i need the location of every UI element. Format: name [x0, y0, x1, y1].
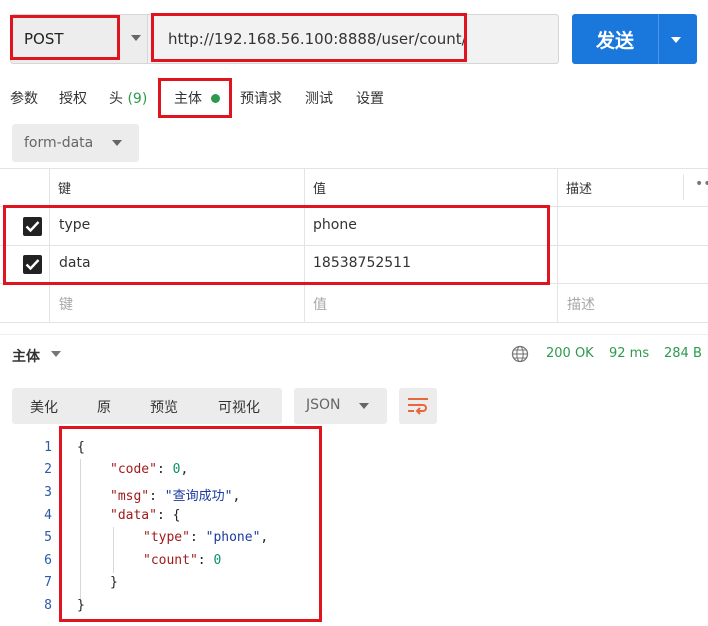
- indent-guide: [80, 459, 81, 599]
- line-number: 4: [44, 508, 52, 523]
- table-border: [0, 168, 708, 169]
- send-divider: [658, 14, 659, 64]
- code-line: "data": {: [110, 508, 181, 523]
- chevron-down-icon[interactable]: [131, 35, 141, 41]
- table-border: [0, 245, 708, 246]
- tab-headers-count: (9): [127, 91, 148, 107]
- send-options-chevron-icon[interactable]: [671, 37, 681, 43]
- code-line: "code": 0,: [110, 462, 189, 477]
- line-number: 1: [44, 440, 52, 455]
- tab-headers[interactable]: 头 (9): [109, 88, 147, 108]
- section-divider: [0, 334, 708, 335]
- tab-settings[interactable]: 设置: [356, 88, 384, 108]
- table-border: [0, 322, 708, 323]
- chevron-down-icon[interactable]: [51, 351, 61, 357]
- response-size[interactable]: 284 B: [664, 346, 702, 361]
- code-line: }: [77, 598, 85, 613]
- row-key[interactable]: type: [59, 217, 90, 233]
- code-line: "msg": "查询成功",: [110, 489, 241, 504]
- table-border: [0, 283, 708, 284]
- wrap-lines-button[interactable]: [399, 388, 437, 424]
- tab-preview[interactable]: 预览: [150, 397, 178, 417]
- send-button-label[interactable]: 发送: [596, 26, 634, 53]
- method-label: POST: [24, 30, 64, 48]
- table-border: [683, 174, 684, 200]
- tab-prerequest[interactable]: 预请求: [240, 88, 282, 108]
- line-number: 2: [44, 462, 52, 477]
- response-body-title[interactable]: 主体: [12, 346, 40, 366]
- code-line: "count": 0: [143, 553, 222, 568]
- code-line: "type": "phone",: [143, 530, 269, 545]
- column-header-value: 值: [313, 182, 327, 197]
- tab-body[interactable]: 主体: [174, 88, 202, 108]
- code-line: {: [77, 440, 85, 455]
- body-active-dot: [211, 94, 220, 103]
- check-icon: [25, 259, 40, 271]
- format-label[interactable]: JSON: [306, 397, 341, 413]
- check-icon: [25, 221, 40, 233]
- code-line: }: [110, 575, 118, 590]
- tab-raw[interactable]: 原: [97, 397, 111, 417]
- line-number: 7: [44, 575, 52, 590]
- globe-icon[interactable]: [511, 345, 529, 367]
- line-number: 5: [44, 530, 52, 545]
- column-header-description: 描述: [566, 182, 593, 197]
- tab-params[interactable]: 参数: [10, 88, 38, 108]
- tab-headers-label: 头: [109, 91, 123, 107]
- row-checkbox[interactable]: [23, 255, 42, 274]
- highlight-response: [59, 426, 322, 622]
- line-number: 8: [44, 598, 52, 613]
- body-mode-label[interactable]: form-data: [24, 135, 93, 151]
- table-border: [557, 168, 558, 322]
- chevron-down-icon[interactable]: [359, 403, 369, 409]
- row-key[interactable]: data: [59, 255, 91, 271]
- table-border: [49, 168, 50, 322]
- tab-pretty[interactable]: 美化: [30, 397, 58, 417]
- row-value[interactable]: phone: [313, 217, 357, 233]
- more-options-icon[interactable]: ••: [695, 176, 708, 192]
- chevron-down-icon[interactable]: [112, 140, 122, 146]
- new-description-placeholder[interactable]: 描述: [567, 294, 595, 314]
- line-number: 3: [44, 485, 52, 500]
- tab-tests[interactable]: 测试: [305, 88, 333, 108]
- table-border: [0, 206, 708, 207]
- table-border: [304, 168, 305, 322]
- new-value-placeholder[interactable]: 值: [313, 294, 327, 314]
- url-text[interactable]: http://192.168.56.100:8888/user/count/: [168, 30, 467, 48]
- status-code[interactable]: 200 OK: [546, 346, 594, 361]
- wrap-icon: [408, 398, 428, 415]
- tab-auth[interactable]: 授权: [59, 88, 87, 108]
- column-header-key: 键: [58, 182, 72, 197]
- tab-visualize[interactable]: 可视化: [218, 397, 260, 417]
- row-checkbox[interactable]: [23, 217, 42, 236]
- row-value[interactable]: 18538752511: [313, 255, 411, 271]
- new-key-placeholder[interactable]: 键: [59, 294, 73, 314]
- line-number: 6: [44, 553, 52, 568]
- response-time[interactable]: 92 ms: [609, 346, 649, 361]
- indent-guide: [113, 527, 114, 573]
